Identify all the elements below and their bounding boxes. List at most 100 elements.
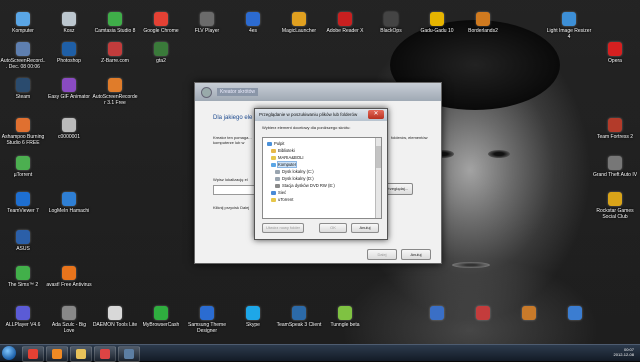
drive-icon (275, 169, 280, 174)
browse-for-folder-dialog: Przeglądanie w poszukiwaniu plików lub f… (254, 108, 388, 240)
tree-node[interactable]: Sieć (271, 189, 286, 196)
desktop-icon[interactable]: MagicLauncher (276, 12, 322, 34)
skype-icon (246, 306, 260, 320)
desktop-icon-label: Komputer (12, 28, 34, 34)
desktop-icon[interactable]: Rockstar Games Social Club (592, 192, 638, 220)
desktop-icon[interactable]: BlackOps (368, 12, 414, 34)
desktop-icon[interactable] (506, 306, 552, 322)
media-player-taskbar-icon (52, 349, 62, 359)
steam-taskbar-icon (124, 349, 134, 359)
desktop-icon-label: MagicLauncher (281, 28, 317, 34)
desktop-icon-label: gta2 (156, 58, 166, 64)
scrollbar-thumb[interactable] (376, 146, 381, 168)
desktop-icon[interactable]: Steam (0, 78, 46, 100)
desktop-icon-label: avast! Free Antivirus (46, 282, 92, 288)
desktop-icon[interactable]: Z-Barre.com (92, 42, 138, 64)
desktop-icon[interactable]: Easy GIF Animator (46, 78, 92, 100)
desktop-icon[interactable]: Opera (592, 42, 638, 64)
desktop-icon[interactable]: Camtasia Studio 8 (92, 12, 138, 34)
tree-node[interactable]: Komputer (271, 161, 298, 168)
back-arrow-icon[interactable] (201, 87, 212, 98)
game-icon-1 (430, 306, 444, 320)
tree-scrollbar[interactable] (375, 138, 381, 218)
adobe-reader-icon (338, 12, 352, 26)
close-icon[interactable]: ✕ (368, 110, 384, 119)
desktop-icon-label: Steam (15, 94, 31, 100)
game-icon-4 (568, 306, 582, 320)
desktop-icon[interactable]: Kosz (46, 12, 92, 34)
tree-node-label: uTorrent (278, 197, 294, 202)
desktop-icon[interactable]: Light Image Resizer 4 (546, 12, 592, 40)
desktop-icon[interactable] (460, 306, 506, 322)
desktop-icon[interactable]: TeamSpeak 3 Client (276, 306, 322, 328)
tree-node[interactable]: Stacja dysków DVD RW (E:) (275, 182, 335, 189)
wizard-cancel-button[interactable]: Anuluj (401, 249, 431, 260)
desktop-icon[interactable]: FLV Player (184, 12, 230, 34)
cancel-button[interactable]: Anuluj (351, 223, 379, 233)
desktop-icon-label: Z-Barre.com (101, 58, 129, 64)
desktop-icon[interactable]: Skype (230, 306, 276, 328)
desktop-icon[interactable]: Tunngle beta (322, 306, 368, 328)
folder-tree[interactable]: Pulpit Biblioteki MARIA&BOLI Komputer Dysk l… (262, 137, 382, 219)
game-icon-3 (522, 306, 536, 320)
tree-node[interactable]: MARIA&BOLI (271, 154, 304, 161)
desktop-icon[interactable]: ASUS (0, 230, 46, 252)
desktop-icon-label: Ashampoo Burning Studio 6 FREE (1, 134, 45, 146)
desktop-icon-label: Light Image Resizer 4 (546, 28, 592, 40)
desktop-icon[interactable]: Komputer (0, 12, 46, 34)
desktop-icon-label: Easy GIF Animator (48, 94, 90, 100)
tree-node[interactable]: Pulpit (267, 140, 284, 147)
desktop-icon[interactable]: The Sims™ 2 (0, 266, 46, 288)
explorer-taskbar-icon (76, 349, 86, 359)
desktop-icon-label: Camtasia Studio 8 (94, 28, 136, 34)
desktop-icon[interactable]: Google Chrome (138, 12, 184, 34)
desktop-icon[interactable]: Team Fortress 2 (592, 118, 638, 140)
gta2-icon (154, 42, 168, 56)
steam-icon (16, 78, 30, 92)
desktop-icon-label: MyBrowserCash (142, 322, 180, 328)
desktop-icon[interactable]: Samsung Theme Designer (184, 306, 230, 334)
drive-icon (275, 176, 280, 181)
desktop-icon[interactable]: gta2 (138, 42, 184, 64)
desktop-icon-label: Rockstar Games Social Club (596, 208, 634, 220)
desktop-icon[interactable]: MyBrowserCash (138, 306, 184, 328)
desktop-icon[interactable]: TeamViewer 7 (0, 192, 46, 214)
mybrowsercash-icon (154, 306, 168, 320)
next-button[interactable]: Dalej (367, 249, 397, 260)
desktop-icon[interactable] (414, 306, 460, 322)
desktop-icon[interactable]: LogMeIn Hamachi (46, 192, 92, 214)
desktop-icon[interactable]: Adobe Reader X (322, 12, 368, 34)
tree-node[interactable]: uTorrent (271, 196, 293, 203)
desktop-icon[interactable]: DAEMON Tools Lite (92, 306, 138, 328)
folder-icon (271, 197, 276, 202)
tree-node[interactable]: Dysk lokalny (D:) (275, 175, 314, 182)
gta4-icon (608, 156, 622, 170)
tree-node-label: Dysk lokalny (D:) (282, 176, 314, 181)
desktop-icon[interactable]: µTorrent (0, 156, 46, 178)
location-input[interactable] (213, 185, 255, 195)
desktop-icon[interactable]: Photoshop (46, 42, 92, 64)
ok-button[interactable]: OK (319, 223, 347, 233)
wizard-description: Kreator ten pomaga... komputerze lub w (213, 135, 252, 145)
desktop-icon[interactable]: Ashampoo Burning Studio 6 FREE (0, 118, 46, 146)
desktop-icon[interactable] (552, 306, 598, 322)
desktop-icon[interactable]: Borderlands2 (460, 12, 506, 34)
desktop-icon[interactable]: ALLPlayer V4.6 (0, 306, 46, 328)
desktop-icon[interactable]: AutoScreenRecorder 3.1 Free (92, 78, 138, 106)
next-hint-label: Kliknij przycisk Dalej (213, 205, 250, 210)
start-button[interactable] (2, 346, 16, 360)
desktop-icon[interactable]: AutoScreenRecord... Dec. 08 00:06 (0, 42, 46, 70)
desktop-icon[interactable]: 4es (230, 12, 276, 34)
desktop-icon[interactable]: avast! Free Antivirus (46, 266, 92, 288)
tree-node[interactable]: Dysk lokalny (C:) (275, 168, 314, 175)
new-folder-button[interactable]: Utwórz nowy folder (262, 223, 304, 233)
desktop-icon[interactable]: c0000001 (46, 118, 92, 140)
desktop-icon[interactable]: Gadu-Gadu 10 (414, 12, 460, 34)
desktop-icon-label: FLV Player (194, 28, 220, 34)
tree-node[interactable]: Biblioteki (271, 147, 295, 154)
system-tray-clock[interactable]: 00:07 2012-12-08 (614, 347, 634, 357)
desktop-icon-label: ALLPlayer V4.6 (5, 322, 41, 328)
browse-instruction: Wybierz element docelowy dla poniższego … (262, 125, 351, 130)
desktop-icon[interactable]: Ada Szulc - Big Love (46, 306, 92, 334)
desktop-icon[interactable]: Grand Theft Auto IV (592, 156, 638, 178)
